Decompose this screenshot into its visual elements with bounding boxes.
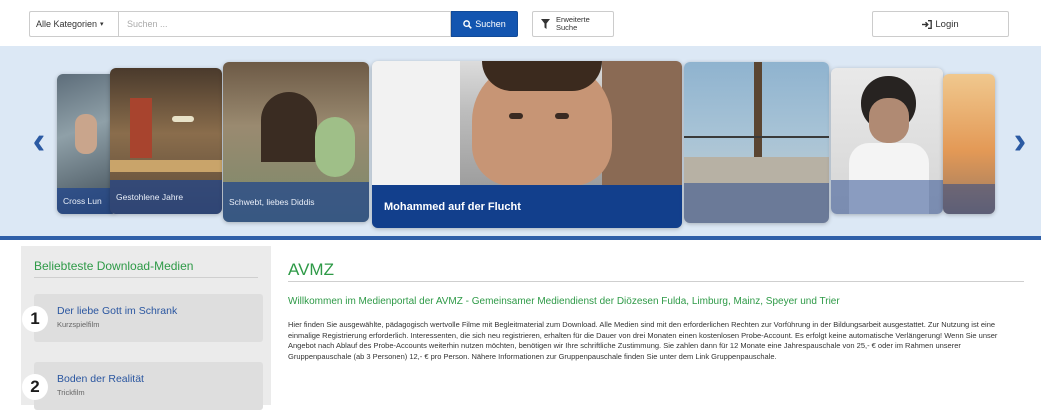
carousel-item-caption xyxy=(831,180,943,214)
rank-badge: 1 xyxy=(22,306,48,332)
search-icon xyxy=(463,19,473,29)
carousel-prev-icon[interactable]: ‹ xyxy=(27,120,51,162)
search-input[interactable] xyxy=(118,11,451,37)
carousel-item-caption xyxy=(684,183,829,223)
carousel-item-caption: Mohammed auf der Flucht xyxy=(372,185,682,228)
login-label: Login xyxy=(935,18,959,30)
login-button[interactable]: Login xyxy=(872,11,1009,37)
carousel-item[interactable] xyxy=(831,68,943,214)
popular-item[interactable]: 2 Boden der Realität Trickfilm xyxy=(22,362,263,410)
search-button-label: Suchen xyxy=(475,19,506,29)
search-group: Alle Kategorien ▾ Suchen xyxy=(29,11,518,37)
carousel-item-caption xyxy=(943,184,995,214)
popular-item[interactable]: 1 Der liebe Gott im Schrank Kurzspielfil… xyxy=(22,294,263,342)
carousel-item[interactable]: Mohammed auf der Flucht xyxy=(372,61,682,228)
intro-panel: AVMZ Willkommen im Medienportal der AVMZ… xyxy=(278,246,1041,405)
top-bar: Alle Kategorien ▾ Suchen Erweiterte Such… xyxy=(0,0,1041,46)
intro-text: Hier finden Sie ausgewählte, pädagogisch… xyxy=(288,320,998,361)
media-carousel: ‹ Cross Lun Gestohlene Jahre Schwebt, li… xyxy=(0,46,1041,236)
carousel-item[interactable] xyxy=(684,62,829,223)
caret-down-icon: ▾ xyxy=(100,21,104,28)
category-dropdown[interactable]: Alle Kategorien ▾ xyxy=(29,11,118,37)
category-dropdown-label: Alle Kategorien xyxy=(36,19,98,29)
filter-icon xyxy=(541,19,550,29)
advanced-search-button[interactable]: Erweiterte Suche xyxy=(532,11,614,37)
login-icon xyxy=(922,19,933,29)
sidebar-divider xyxy=(34,277,258,278)
search-button[interactable]: Suchen xyxy=(451,11,518,37)
carousel-next-icon[interactable]: › xyxy=(1008,120,1032,162)
popular-item-title[interactable]: Der liebe Gott im Schrank xyxy=(57,305,177,317)
welcome-heading: Willkommen im Medienportal der AVMZ - Ge… xyxy=(288,296,840,307)
advanced-search-label: Erweiterte Suche xyxy=(556,15,590,32)
carousel-item-caption: Schwebt, liebes Diddis xyxy=(223,182,369,222)
carousel-item[interactable] xyxy=(943,74,995,214)
carousel-divider xyxy=(0,236,1041,240)
popular-item-type: Kurzspielfilm xyxy=(57,320,100,329)
popular-item-title[interactable]: Boden der Realität xyxy=(57,373,144,385)
carousel-item[interactable]: Schwebt, liebes Diddis xyxy=(223,62,369,222)
popular-downloads-panel: Beliebteste Download-Medien 1 Der liebe … xyxy=(21,246,271,410)
title-divider xyxy=(288,281,1024,282)
carousel-item[interactable]: Cross Lun xyxy=(57,74,117,214)
carousel-item-caption: Cross Lun xyxy=(57,188,117,214)
page-title: AVMZ xyxy=(288,260,334,279)
sidebar-title: Beliebteste Download-Medien xyxy=(34,259,194,273)
carousel-item[interactable]: Gestohlene Jahre xyxy=(110,68,222,214)
rank-badge: 2 xyxy=(22,374,48,400)
carousel-item-caption: Gestohlene Jahre xyxy=(110,180,222,214)
popular-item-type: Trickfilm xyxy=(57,388,85,397)
